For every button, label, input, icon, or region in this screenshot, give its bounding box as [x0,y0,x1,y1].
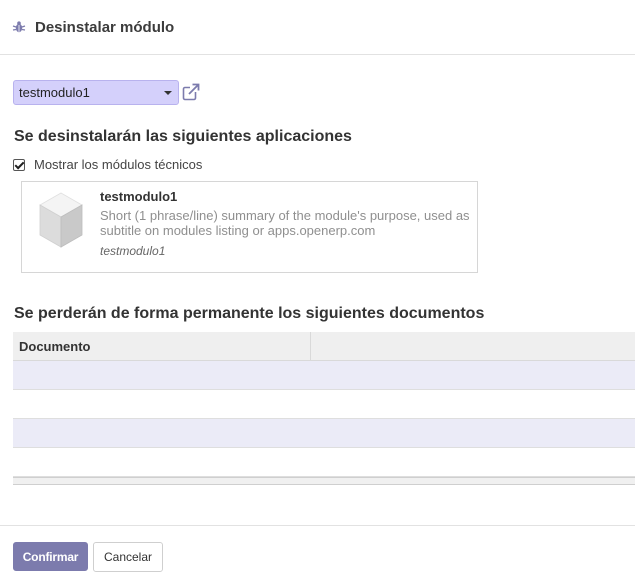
show-technical-checkbox[interactable] [13,158,25,171]
module-select[interactable]: testmodulo1 [13,80,179,105]
apps-section-heading: Se desinstalarán las siguientes aplicaci… [14,128,352,145]
chevron-down-icon [164,91,172,95]
confirm-button[interactable]: Confirmar [13,542,88,571]
column-header-documento[interactable]: Documento [13,332,311,360]
show-technical-row[interactable]: Mostrar los módulos técnicos [13,157,202,172]
module-name: testmodulo1 [100,189,178,204]
module-technical-name: testmodulo1 [100,244,166,258]
table-row [13,361,635,390]
documents-table: Documento [13,332,635,485]
table-footer [13,477,635,485]
external-link-icon[interactable] [182,83,200,101]
table-row [13,390,635,419]
dialog-title: Desinstalar módulo [35,18,175,36]
module-summary: Short (1 phrase/line) summary of the mod… [100,208,470,238]
module-cube-icon [39,192,83,248]
footer-divider [0,525,635,526]
docs-section-heading: Se perderán de forma permanente los sigu… [14,305,485,322]
table-row [13,419,635,448]
cancel-button[interactable]: Cancelar [93,542,163,572]
bug-icon [12,21,26,33]
module-select-value: testmodulo1 [19,85,90,100]
table-row [13,448,635,477]
module-card: testmodulo1 Short (1 phrase/line) summar… [21,181,478,273]
table-header: Documento [13,332,635,361]
show-technical-label: Mostrar los módulos técnicos [34,157,203,172]
dialog-header: Desinstalar módulo [0,0,635,55]
